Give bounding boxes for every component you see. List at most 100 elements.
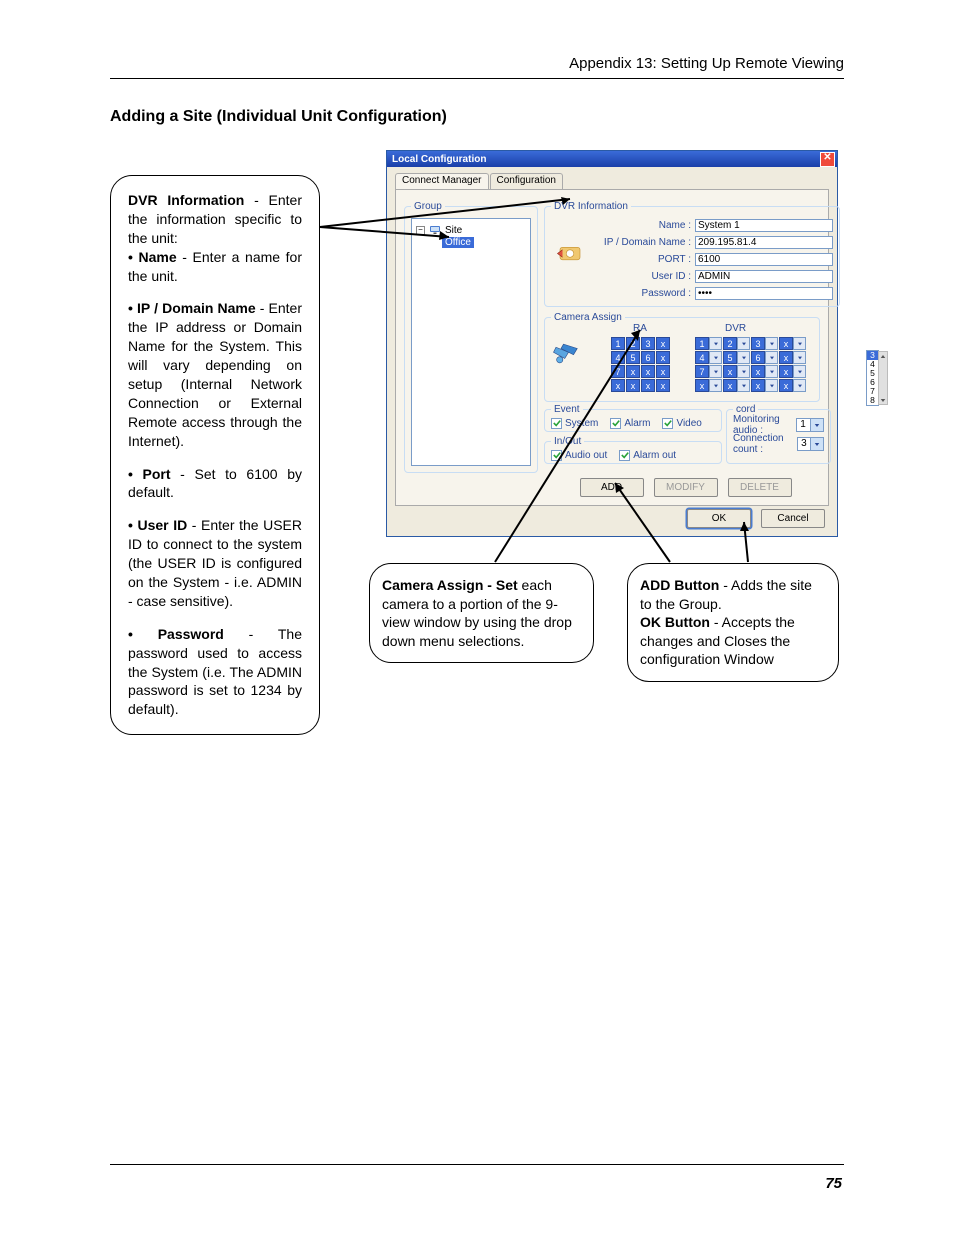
dvr-cell[interactable]: 5 [723,351,750,364]
dvr-legend: DVR Information [551,201,631,212]
ra-column-label: RA [633,323,647,334]
dvr-cell-value: 4 [695,351,709,364]
scroll-up-icon[interactable] [879,352,887,360]
dvr-cell[interactable]: x [723,365,750,378]
check-alarm-label: Alarm [624,418,650,429]
check-video[interactable]: Video [662,418,701,429]
camera-assign-fieldset: Camera Assign RA DVR 123x456x7xxxxxxx 12… [544,312,820,402]
chevron-down-icon[interactable] [793,337,806,350]
lbl-user: User ID : [551,271,691,282]
inout-legend: In/Out [551,436,584,447]
check-audio-out-label: Audio out [565,450,607,461]
dvr-grid: 123x456x7xxxxxxx [695,337,806,392]
dvr-cell[interactable]: 4 [695,351,722,364]
chevron-down-icon[interactable] [737,365,750,378]
chevron-down-icon[interactable] [709,365,722,378]
dvr-cell[interactable]: 2 [723,337,750,350]
ra-cell: x [641,379,655,392]
dvr-cell[interactable]: x [779,379,806,392]
select-mon-audio-value: 1 [797,419,809,431]
button-row-bottom: OK Cancel [687,509,825,528]
dvr-cell[interactable]: x [779,337,806,350]
ra-cell: x [656,351,670,364]
ok-button[interactable]: OK [687,509,751,528]
select-conn-count[interactable]: 3 [797,437,824,451]
dvr-cell[interactable]: 7 [695,365,722,378]
scroll-down-icon[interactable] [879,396,887,404]
top-rule [110,78,844,79]
chevron-down-icon[interactable] [765,379,778,392]
tree-root-label: Site [445,225,462,236]
dvr-cell[interactable]: x [751,365,778,378]
check-audio-out[interactable]: Audio out [551,450,607,461]
check-system[interactable]: System [551,418,598,429]
chevron-down-icon[interactable] [709,379,722,392]
chevron-down-icon[interactable] [765,365,778,378]
cancel-button[interactable]: Cancel [761,509,825,528]
ra-cell: x [611,379,625,392]
label-port: • Port [128,466,171,482]
dvr-cell[interactable]: x [779,351,806,364]
event-legend: Event [551,404,583,415]
label-add-btn: ADD Button [640,577,719,593]
tab-configuration[interactable]: Configuration [490,173,563,189]
input-pwd[interactable] [695,287,833,300]
chevron-down-icon[interactable] [765,351,778,364]
dvr-cell-value: 2 [723,337,737,350]
chevron-down-icon[interactable] [709,337,722,350]
select-mon-audio[interactable]: 1 [796,418,823,432]
dvr-cell-value: x [751,365,765,378]
tab-connect-manager[interactable]: Connect Manager [395,173,489,189]
callout-camera-assign: Camera Assign - Set each camera to a por… [369,563,594,663]
dvr-cell[interactable]: x [723,379,750,392]
chevron-down-icon[interactable] [737,337,750,350]
camera-group-icon [551,341,581,365]
ra-cell: x [626,379,640,392]
add-button[interactable]: ADD [580,478,644,497]
chevron-down-icon[interactable] [810,438,823,450]
dvr-cell[interactable]: x [779,365,806,378]
check-alarm-out[interactable]: Alarm out [619,450,676,461]
dvr-cell-value: 7 [695,365,709,378]
close-button[interactable]: ✕ [820,152,835,167]
camera-dropdown-open[interactable]: 3 4 5 6 7 8 [866,350,879,406]
chevron-down-icon[interactable] [737,379,750,392]
lbl-conn-count: Connection count : [733,433,793,455]
dvr-cell[interactable]: 6 [751,351,778,364]
group-tree[interactable]: − Site Office [411,218,531,466]
dvr-cell[interactable]: x [751,379,778,392]
chevron-down-icon[interactable] [793,365,806,378]
chevron-down-icon[interactable] [765,337,778,350]
check-alarm[interactable]: Alarm [610,418,650,429]
ra-cell: 4 [611,351,625,364]
ra-cell: 2 [626,337,640,350]
chevron-down-icon[interactable] [793,379,806,392]
input-ip[interactable] [695,236,833,249]
tree-child-office[interactable]: Office [442,237,474,248]
dialog-title: Local Configuration [392,154,486,165]
chevron-down-icon[interactable] [810,419,823,431]
dvr-info-fieldset: DVR Information Name : IP / Domain Name … [544,201,840,307]
input-name[interactable] [695,219,833,232]
tree-expand-icon[interactable]: − [416,226,425,235]
dvr-cell[interactable]: x [695,379,722,392]
chevron-down-icon[interactable] [737,351,750,364]
button-row-mid: ADD MODIFY DELETE [551,478,820,496]
dvr-cell-value: x [723,365,737,378]
dropdown-opt[interactable]: 8 [867,396,878,405]
ra-cell: 7 [611,365,625,378]
label-dvr-info: DVR Information [128,192,244,208]
dvr-cell[interactable]: 1 [695,337,722,350]
ra-cell: x [626,365,640,378]
input-user[interactable] [695,270,833,283]
input-port[interactable] [695,253,833,266]
dvr-cell[interactable]: 3 [751,337,778,350]
dvr-cell-value: 6 [751,351,765,364]
dvr-cell-value: 3 [751,337,765,350]
dropdown-scrollbar[interactable] [878,351,888,405]
label-name: • Name [128,249,177,265]
chevron-down-icon[interactable] [709,351,722,364]
chevron-down-icon[interactable] [793,351,806,364]
section-heading: Adding a Site (Individual Unit Configura… [110,108,447,126]
dvr-cell-value: x [779,365,793,378]
